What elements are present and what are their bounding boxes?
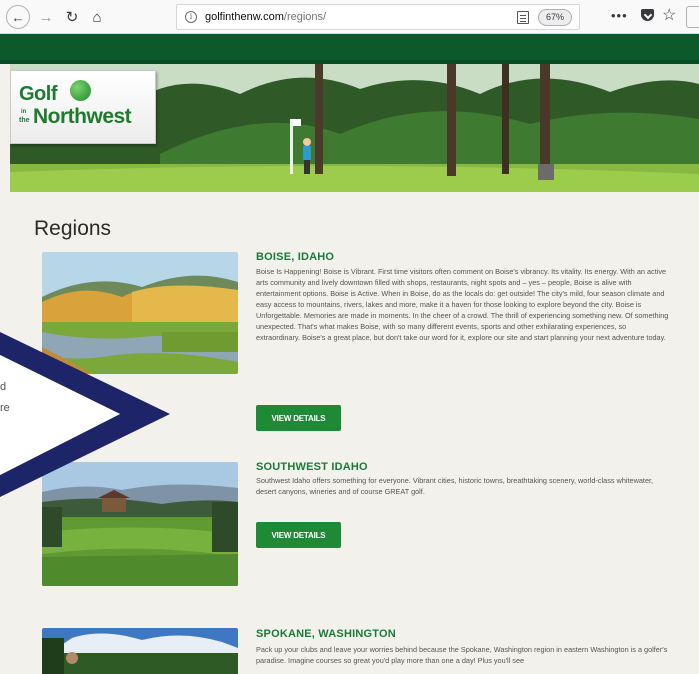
bookmark-star-icon[interactable]: ☆ [662,5,676,25]
info-icon[interactable]: i [185,11,197,23]
site-nav-bar [0,34,699,64]
site-logo[interactable]: Golf in the Northwest [10,70,156,144]
pocket-icon[interactable] [641,9,654,21]
forward-icon[interactable]: → [35,6,57,28]
logo-northwest-text: Northwest [33,105,132,128]
url-text[interactable]: golfinthenw.com/regions/ [205,11,326,23]
page-title: Regions [34,217,112,240]
url-bar[interactable]: i golfinthenw.com/regions/ 67% [176,4,580,30]
reload-icon[interactable]: ↻ [61,6,83,28]
url-path: /regions/ [283,11,327,23]
logo-the-text: the [19,117,30,124]
overlay-text-fragment-2: re [0,402,10,414]
view-details-button-boise[interactable]: VIEW DETAILS [256,405,341,431]
region-description-boise: Boise Is Happening! Boise is Vibrant. Fi… [256,267,669,342]
home-icon[interactable]: ⌂ [86,6,108,28]
southwest-idaho-landscape-image [42,462,238,586]
region-title-spokane[interactable]: SPOKANE, WASHINGTON [256,628,396,640]
region-image-boise[interactable] [42,252,238,374]
back-icon[interactable]: ← [6,5,30,29]
reader-view-icon[interactable] [517,11,529,24]
browser-toolbar: ← → ↻ ⌂ i golfinthenw.com/regions/ 67% •… [0,0,699,34]
golf-ball-icon [70,80,91,101]
page: ← → ↻ ⌂ i golfinthenw.com/regions/ 67% •… [0,0,699,674]
region-description-spokane: Pack up your clubs and leave your worrie… [256,645,668,665]
more-actions-icon[interactable]: ••• [611,8,628,23]
hero-banner: Golf in the Northwest [10,64,699,192]
region-description-southwest-idaho: Southwest Idaho offers something for eve… [256,476,654,496]
logo-golf-text: Golf [19,83,58,105]
overlay-text-fragment-1: d [0,381,7,393]
logo-in-text: in [21,109,27,115]
region-title-boise[interactable]: BOISE, IDAHO [256,251,334,263]
region-image-spokane[interactable] [42,628,238,674]
sidebar-toggle-icon[interactable] [686,6,699,28]
region-title-southwest-idaho[interactable]: SOUTHWEST IDAHO [256,461,368,473]
view-details-button-southwest-idaho[interactable]: VIEW DETAILS [256,522,341,548]
boise-landscape-image [42,252,238,374]
spokane-landscape-image [42,628,238,674]
region-image-southwest-idaho[interactable] [42,462,238,586]
zoom-level-badge[interactable]: 67% [538,9,573,26]
url-domain: golfinthenw.com [205,11,284,23]
